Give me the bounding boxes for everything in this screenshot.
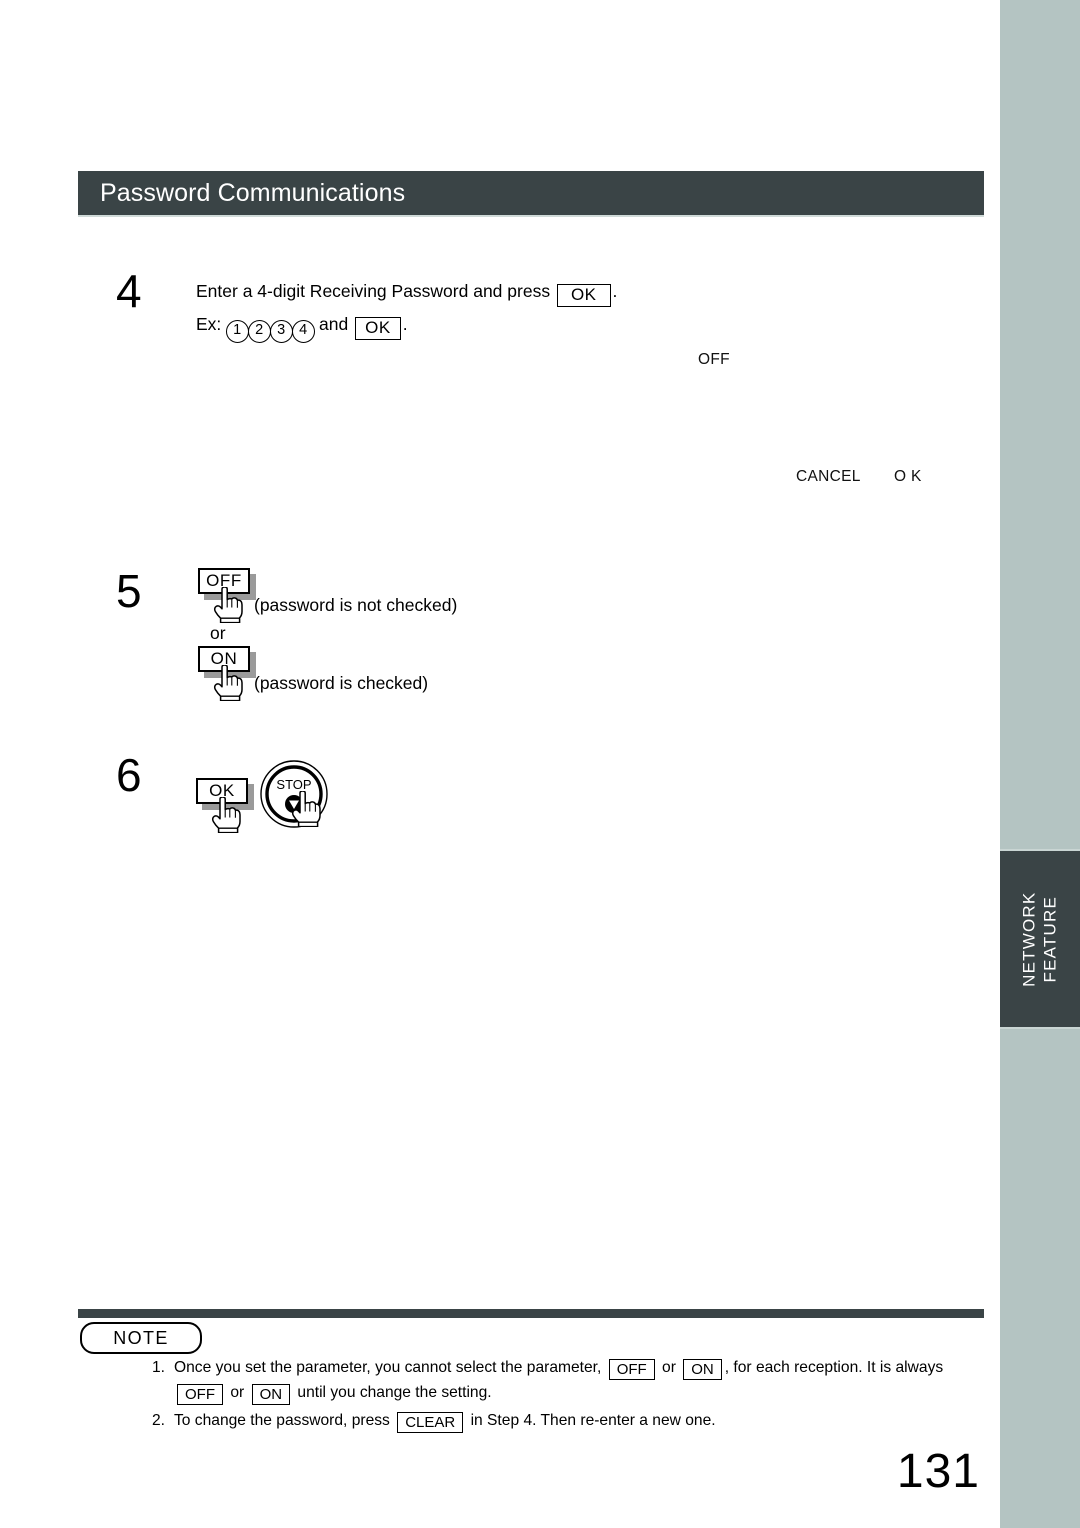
note-2-part-2: in Step 4. Then re-enter a new one. — [470, 1412, 716, 1429]
digit-2-key[interactable]: 2 — [247, 320, 271, 343]
page-edge-band — [1000, 0, 1080, 1528]
ok-button-graphic[interactable]: OK — [196, 778, 262, 833]
note-1-part-1: Once you set the parameter, you cannot s… — [174, 1359, 602, 1376]
note-item-1: 1. Once you set the parameter, you canno… — [152, 1355, 998, 1405]
step-number-4: 4 — [116, 265, 142, 317]
example-label: Ex: — [196, 314, 222, 334]
step-5-caption-off: (password is not checked) — [254, 595, 458, 615]
side-tab-line-2: FEATURE — [1041, 895, 1061, 983]
digit-3-key[interactable]: 3 — [269, 320, 293, 343]
step-4-line-1: Enter a 4-digit Receiving Password and p… — [196, 276, 716, 307]
note-1-on-key: ON — [683, 1359, 722, 1380]
step-4-line-2-period: . — [402, 314, 408, 334]
page-title: Password Communications — [100, 178, 406, 207]
note-1-part-2: , for each reception. It is always — [724, 1359, 944, 1376]
lcd-mode-value: OFF — [698, 351, 730, 368]
stop-button-label: STOP — [276, 777, 311, 792]
note-marker-1: 1. — [152, 1359, 166, 1376]
stop-button-graphic[interactable]: STOP — [258, 758, 338, 838]
lcd-softkey-ok[interactable]: O K — [894, 468, 922, 486]
pointing-hand-icon — [213, 587, 243, 623]
digit-4-key[interactable]: 4 — [291, 320, 315, 343]
step-5-caption-on: (password is checked) — [254, 673, 429, 693]
ok-keycap-example[interactable]: OK — [355, 317, 401, 340]
step-4-line-2: Ex: 1234 and OK. — [196, 309, 716, 343]
lcd-softkey-cancel[interactable]: CANCEL — [796, 468, 861, 486]
note-marker-2: 2. — [152, 1412, 166, 1429]
step-4-instructions: Enter a 4-digit Receiving Password and p… — [196, 276, 716, 343]
side-index-tab: NETWORK FEATURE — [1000, 849, 1080, 1029]
note-badge: NOTE — [80, 1322, 202, 1354]
page-number: 131 — [896, 1445, 980, 1498]
digit-1-key[interactable]: 1 — [225, 320, 249, 343]
note-list: 1. Once you set the parameter, you canno… — [152, 1355, 998, 1436]
step-number-6: 6 — [116, 749, 142, 801]
ok-keycap[interactable]: OK — [556, 284, 611, 307]
note-1-on-key-2: ON — [251, 1384, 291, 1405]
note-1-off-key: OFF — [608, 1359, 655, 1380]
pointing-hand-icon — [291, 791, 321, 827]
step-4-text-after: . — [612, 281, 618, 301]
note-1-conj-1: or — [662, 1359, 676, 1376]
note-2-part-1: To change the password, press — [174, 1412, 390, 1429]
note-item-2: 2. To change the password, press CLEAR i… — [152, 1408, 998, 1433]
note-divider-rule — [78, 1309, 984, 1318]
step-4-conjunction: and — [319, 314, 349, 334]
document-page: NETWORK FEATURE Password Communications … — [0, 0, 1080, 1528]
step-4-text-before: Enter a 4-digit Receiving Password and p… — [196, 281, 551, 301]
note-1-part-3: until you change the setting. — [297, 1384, 492, 1401]
step-number-5: 5 — [116, 565, 142, 617]
section-header-bar: Password Communications — [78, 171, 984, 217]
note-1-conj-2: or — [230, 1384, 245, 1401]
side-tab-line-1: NETWORK — [1019, 891, 1039, 987]
note-1-off-key-2: OFF — [177, 1384, 223, 1405]
pointing-hand-icon — [211, 797, 241, 833]
pointing-hand-icon — [213, 665, 243, 701]
clear-key[interactable]: CLEAR — [397, 1412, 464, 1433]
